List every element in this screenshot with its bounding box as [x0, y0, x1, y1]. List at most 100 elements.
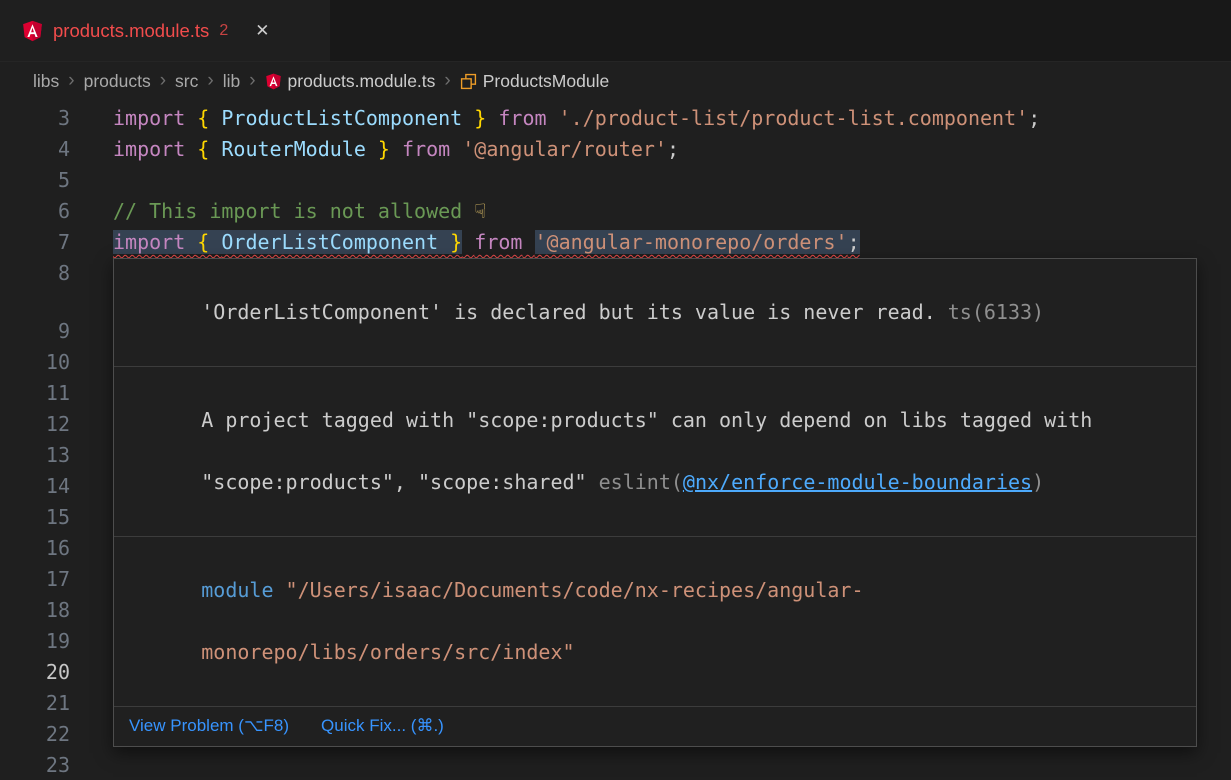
quick-fix-action[interactable]: Quick Fix... (⌘.): [321, 716, 444, 736]
line-number[interactable]: 23: [0, 750, 84, 780]
line-number[interactable]: 8: [0, 258, 84, 289]
line-number[interactable]: 10: [0, 347, 84, 378]
line-content: [84, 347, 113, 378]
breadcrumb-item-libs[interactable]: libs: [33, 71, 59, 92]
breadcrumb-label: libs: [33, 71, 59, 92]
line-number[interactable]: 4: [0, 134, 84, 165]
module-path-line1: "/Users/isaac/Documents/code/nx-recipes/…: [274, 578, 864, 602]
code-line-6[interactable]: 6// This import is not allowed ☟: [0, 196, 1231, 227]
code-token: }: [366, 137, 390, 161]
breadcrumb-label: products.module.ts: [288, 71, 436, 92]
line-number[interactable]: 19: [0, 626, 84, 657]
code-token: '@angular-monorepo/orders': [535, 230, 848, 254]
line-number[interactable]: 20: [0, 657, 84, 688]
code-token: '@angular/router': [462, 137, 667, 161]
code-token: [390, 137, 402, 161]
code-line-3[interactable]: 3import { ProductListComponent } from '.…: [0, 103, 1231, 134]
line-number[interactable]: 7: [0, 227, 84, 258]
line-content: [84, 378, 113, 409]
line-content: [84, 409, 113, 440]
code-token: [450, 137, 462, 161]
code-token: [522, 230, 534, 254]
code-token: {: [197, 106, 221, 130]
code-token: }: [438, 230, 462, 254]
line-content: [84, 750, 113, 780]
hover-lint-diagnostic: A project tagged with "scope:products" c…: [114, 367, 1196, 537]
line-content: import { RouterModule } from '@angular/r…: [84, 134, 679, 165]
code-token: OrderListComponent: [221, 230, 438, 254]
tab-close-button[interactable]: ✕: [250, 19, 274, 43]
code-token: ;: [848, 230, 860, 254]
breadcrumb-item-src[interactable]: src: [175, 71, 198, 92]
breadcrumb: libs › products › src › lib › products.m…: [0, 62, 1231, 100]
line-content: [84, 440, 113, 471]
hover-ts-diagnostic: 'OrderListComponent' is declared but its…: [114, 259, 1196, 367]
ts-diagnostic-code: ts(6133): [948, 300, 1044, 324]
line-number[interactable]: 13: [0, 440, 84, 471]
line-number[interactable]: 16: [0, 533, 84, 564]
view-problem-action[interactable]: View Problem (⌥F8): [129, 716, 289, 736]
module-path-line2: monorepo/libs/orders/src/index": [201, 640, 574, 664]
symbol-class-icon: [460, 73, 477, 90]
chevron-right-icon: ›: [247, 70, 257, 92]
line-content: // This import is not allowed ☟: [84, 196, 486, 227]
code-token: from: [402, 137, 450, 161]
line-number[interactable]: 15: [0, 502, 84, 533]
breadcrumb-item-lib[interactable]: lib: [223, 71, 241, 92]
angular-icon: [265, 73, 282, 90]
code-token: {: [197, 230, 221, 254]
code-token: }: [462, 106, 486, 130]
line-number[interactable]: 6: [0, 196, 84, 227]
angular-icon: [22, 20, 43, 42]
chevron-right-icon: ›: [442, 70, 452, 92]
line-number[interactable]: 22: [0, 719, 84, 750]
code-token: RouterModule: [221, 137, 366, 161]
line-content: [84, 316, 113, 347]
code-line-4[interactable]: 4import { RouterModule } from '@angular/…: [0, 134, 1231, 165]
ts-diagnostic-message: 'OrderListComponent' is declared but its…: [201, 300, 936, 324]
breadcrumb-label: ProductsModule: [483, 71, 609, 92]
code-line-5[interactable]: 5: [0, 165, 1231, 196]
lint-message-line2: "scope:products", "scope:shared": [201, 470, 598, 494]
line-content: import { OrderListComponent } from '@ang…: [84, 227, 860, 258]
line-number[interactable]: 18: [0, 595, 84, 626]
code-token: ;: [667, 137, 679, 161]
code-token: ProductListComponent: [221, 106, 462, 130]
lint-rule-link[interactable]: @nx/enforce-module-boundaries: [683, 470, 1032, 494]
line-content: [84, 471, 113, 502]
line-number[interactable]: 9: [0, 316, 84, 347]
code-token: import: [113, 230, 197, 254]
tab-bar: products.module.ts 2 ✕: [0, 0, 1231, 62]
code-token: [547, 106, 559, 130]
tab-problem-count: 2: [219, 22, 228, 40]
code-line-7[interactable]: 7import { OrderListComponent } from '@an…: [0, 227, 1231, 258]
line-number[interactable]: 12: [0, 409, 84, 440]
code-token: {: [197, 137, 221, 161]
code-token: from: [498, 106, 546, 130]
lint-message-line1: A project tagged with "scope:products" c…: [201, 408, 1092, 432]
code-token: import: [113, 106, 197, 130]
chevron-right-icon: ›: [205, 70, 215, 92]
breadcrumb-label: products: [84, 71, 151, 92]
line-number[interactable]: 14: [0, 471, 84, 502]
breadcrumb-item-products[interactable]: products: [84, 71, 151, 92]
line-number[interactable]: 17: [0, 564, 84, 595]
code-token: [462, 230, 474, 254]
chevron-right-icon: ›: [158, 70, 168, 92]
code-token: ☟: [474, 199, 486, 223]
line-number[interactable]: 11: [0, 378, 84, 409]
hover-popup: 'OrderListComponent' is declared but its…: [113, 258, 1197, 747]
breadcrumb-item-symbol[interactable]: ProductsModule: [460, 71, 609, 92]
tab-products-module[interactable]: products.module.ts 2 ✕: [0, 0, 330, 61]
lint-source-prefix: eslint(: [599, 470, 683, 494]
breadcrumb-item-file[interactable]: products.module.ts: [265, 71, 436, 92]
line-number[interactable]: 21: [0, 688, 84, 719]
line-content: [84, 165, 113, 196]
code-line-23[interactable]: 23: [0, 750, 1231, 780]
code-token: [486, 106, 498, 130]
line-number[interactable]: 3: [0, 103, 84, 134]
code-token: // This import is not allowed: [113, 199, 474, 223]
tab-title: products.module.ts: [53, 20, 209, 42]
code-token: ;: [1028, 106, 1040, 130]
line-number[interactable]: 5: [0, 165, 84, 196]
